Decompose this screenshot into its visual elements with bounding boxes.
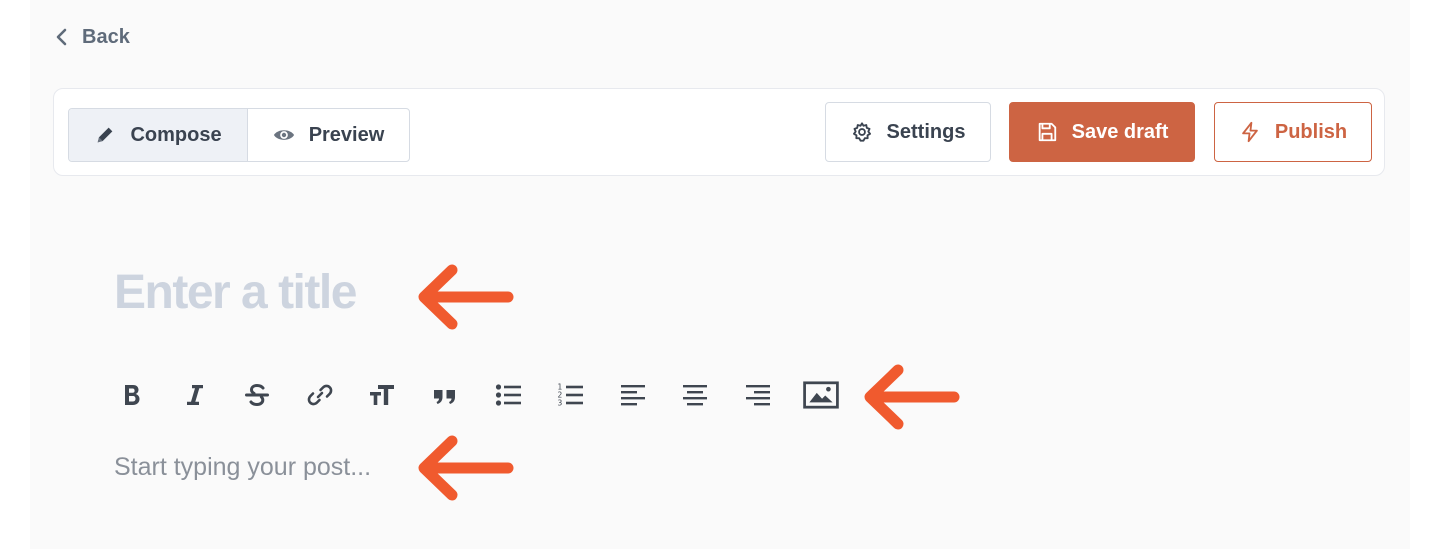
annotation-arrow-body (418, 435, 514, 501)
tab-compose[interactable]: Compose (69, 109, 248, 161)
tab-compose-label: Compose (130, 123, 222, 146)
save-draft-button[interactable]: Save draft (1009, 102, 1195, 162)
mode-toggle: Compose Preview (68, 108, 410, 162)
link-button[interactable] (301, 375, 339, 415)
floppy-disk-icon (1038, 122, 1056, 142)
text-size-button[interactable] (363, 375, 401, 415)
pencil-icon (98, 127, 113, 143)
strikethrough-icon (245, 383, 270, 407)
save-draft-label: Save draft (1071, 120, 1169, 143)
align-right-icon (745, 385, 770, 406)
body-input[interactable]: Start typing your post... (114, 450, 371, 484)
bullet-list-button[interactable] (489, 375, 527, 415)
align-left-icon (620, 385, 645, 406)
quote-icon (433, 390, 455, 404)
annotation-arrow-title (418, 264, 514, 330)
blockquote-button[interactable] (426, 375, 464, 415)
insert-image-button[interactable] (802, 375, 840, 415)
tab-preview-label: Preview (308, 123, 385, 146)
bold-icon (125, 385, 140, 405)
link-icon (307, 384, 333, 406)
publish-button[interactable]: Publish (1214, 102, 1372, 162)
title-input[interactable]: Enter a title (114, 262, 357, 324)
italic-button[interactable] (176, 375, 214, 415)
align-center-button[interactable] (676, 375, 714, 415)
back-label: Back (82, 25, 130, 48)
settings-button[interactable]: Settings (825, 102, 991, 162)
text-size-icon (370, 385, 395, 405)
gear-icon (852, 122, 871, 142)
editor-toolbar: Compose Preview Settings Save draft Publ… (53, 88, 1385, 176)
back-link[interactable]: Back (54, 24, 130, 50)
align-left-button[interactable] (614, 375, 652, 415)
numbered-list-icon: 1 2 3 (558, 383, 584, 408)
svg-text:3: 3 (558, 399, 563, 408)
chevron-left-icon (56, 28, 67, 46)
eye-icon (273, 130, 294, 140)
lightning-icon (1242, 121, 1258, 143)
numbered-list-button[interactable]: 1 2 3 (551, 375, 589, 415)
publish-label: Publish (1274, 120, 1348, 143)
strikethrough-button[interactable] (238, 375, 276, 415)
image-icon (802, 381, 839, 409)
annotation-arrow-toolbar (864, 364, 960, 430)
italic-icon (186, 385, 203, 405)
bold-button[interactable] (113, 375, 151, 415)
tab-preview[interactable]: Preview (248, 109, 409, 161)
settings-label: Settings (886, 120, 966, 143)
bullet-list-icon (495, 384, 521, 406)
formatting-toolbar: 1 2 3 (113, 372, 864, 418)
align-right-button[interactable] (739, 375, 777, 415)
align-center-icon (683, 385, 708, 406)
